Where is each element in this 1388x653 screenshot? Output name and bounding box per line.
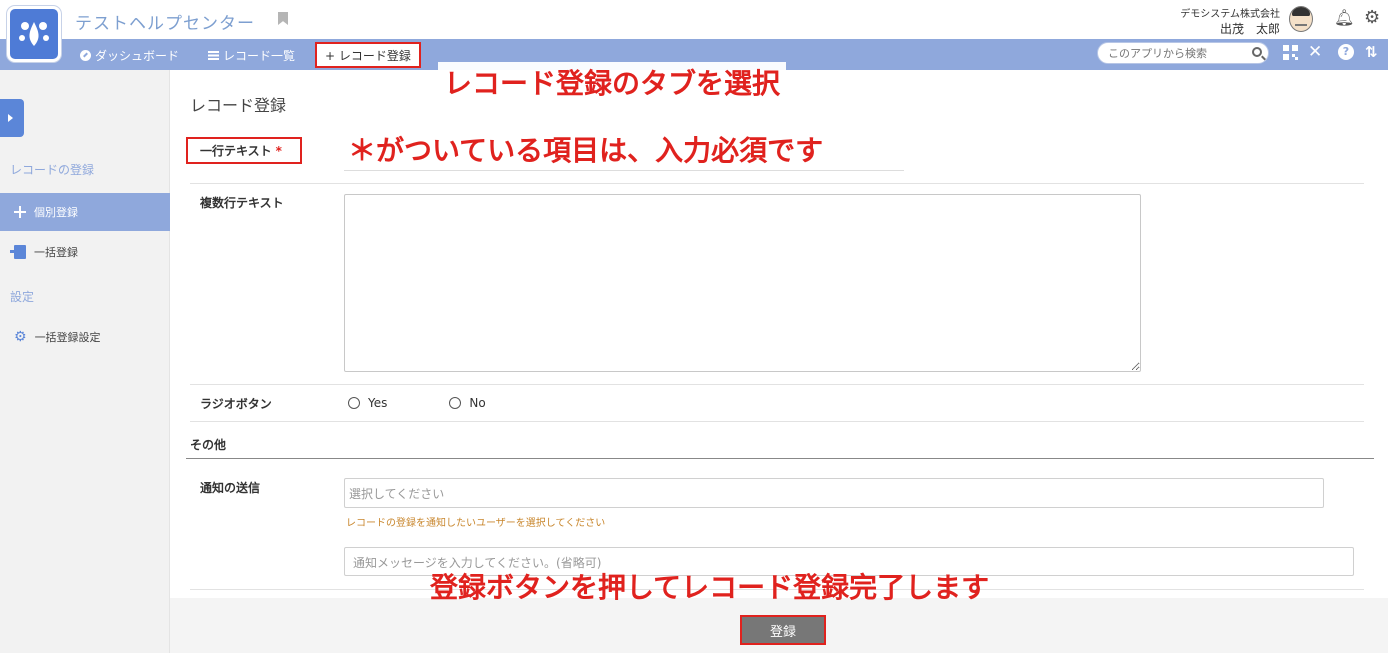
tab-record-add-label: + レコード登録 [325,48,411,63]
app-search[interactable] [1097,42,1269,64]
app-title[interactable]: テストヘルプセンター [75,9,255,34]
divider [190,183,1364,184]
tab-dashboard[interactable]: ダッシュボード [80,47,179,64]
radio-circle[interactable] [449,397,462,409]
page-title: レコード登録 [190,96,287,115]
sidebar-section-register: レコードの登録 [10,163,95,177]
radio-option-yes-label: Yes [368,396,388,410]
list-icon [208,51,219,60]
single-line-label-text: 一行テキスト [200,144,272,158]
radio-circle[interactable] [348,397,360,409]
annotation-tab-note: レコード登録のタブを選択 [438,62,787,102]
sidebar-section-settings: 設定 [10,290,35,304]
sidebar-item-bulk-label: 一括登録 [34,246,78,259]
gear-icon[interactable]: ⚙ [1364,9,1382,27]
register-button[interactable]: 登録 [740,615,826,645]
plus-icon [14,206,26,218]
gear-icon: ⚙ [14,329,27,345]
sidebar-item-bulk[interactable]: 一括登録 [0,233,170,271]
annotation-submit-note: 登録ボタンを押してレコード登録完了します [430,571,990,604]
app-logo-icon [19,22,49,46]
bookmark-icon[interactable] [278,12,288,25]
notify-hint: レコードの登録を通知したいユーザーを選択してください [346,518,606,529]
search-input[interactable] [1108,43,1248,63]
single-line-label: 一行テキスト * [200,142,282,159]
user-name[interactable]: 出茂 太郎 [1220,20,1280,37]
divider [190,384,1364,385]
avatar[interactable] [1289,6,1313,32]
company-name: デモシステム株式会社 [1180,9,1280,20]
tab-dashboard-label: ダッシュボード [95,49,180,63]
notify-label: 通知の送信 [200,481,261,495]
section-other-title: その他 [190,438,227,452]
radio-option-no[interactable]: No [449,396,486,410]
qr-code-icon[interactable] [1283,45,1298,60]
radio-option-yes[interactable]: Yes [348,396,387,410]
tab-record-add[interactable]: + レコード登録 [315,42,421,68]
multi-line-input[interactable] [344,194,1141,372]
sidebar: レコードの登録 個別登録 一括登録 設定 ⚙ 一括登録設定 [0,70,170,653]
tab-record-list[interactable]: レコード一覧 [208,47,295,64]
section-divider [186,458,1374,459]
top-header: テストヘルプセンター デモシステム株式会社 出茂 太郎 🔔︎ ⚙ [0,0,1388,62]
radio-option-no-label: No [469,396,486,410]
radio-label: ラジオボタン [200,397,272,411]
tools-icon[interactable]: ✕ [1308,42,1322,62]
file-import-icon [10,245,26,259]
sidebar-toggle[interactable] [0,99,24,137]
app-logo[interactable] [7,6,61,62]
sidebar-item-bulk-settings[interactable]: ⚙ 一括登録設定 [0,318,170,356]
tab-record-list-label: レコード一覧 [223,49,296,63]
sidebar-item-single[interactable]: 個別登録 [0,193,170,231]
sidebar-item-bulk-settings-label: 一括登録設定 [34,331,101,344]
notify-user-select[interactable]: 選択してください [344,478,1324,508]
radio-group: Yes No [348,396,548,410]
bell-icon[interactable]: 🔔︎ [1334,10,1354,26]
dashboard-icon [80,50,91,61]
search-icon[interactable] [1252,47,1262,57]
help-icon[interactable]: ? [1338,44,1354,60]
divider [190,421,1364,422]
multi-line-label: 複数行テキスト [200,196,284,210]
switch-icon[interactable]: ⇅ [1365,43,1378,61]
annotation-required-note: ＊がついている項目は、入力必須です [342,129,830,169]
required-mark: * [275,144,282,158]
sidebar-item-single-label: 個別登録 [34,206,78,219]
